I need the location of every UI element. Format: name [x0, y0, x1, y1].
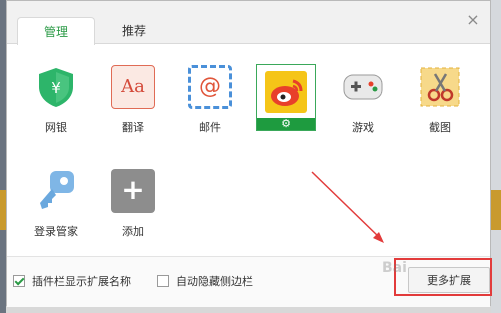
svg-text:¥: ¥ [51, 79, 61, 97]
checkbox-unchecked-icon[interactable] [157, 275, 169, 287]
add-icon: + [111, 169, 155, 213]
app-label: 游戏 [352, 121, 374, 134]
checkbox-label: 自动隐藏侧边栏 [176, 275, 253, 288]
tab-recommend[interactable]: 推荐 [95, 17, 173, 45]
app-tile-add[interactable]: + 添加 [102, 169, 164, 239]
show-names-checkbox[interactable]: 插件栏显示扩展名称 [13, 273, 131, 289]
weibo-icon [265, 71, 307, 113]
app-label: 登录管家 [34, 225, 78, 238]
more-extensions-button[interactable]: 更多扩展 [408, 267, 490, 293]
tab-manage[interactable]: 管理 [17, 17, 95, 45]
gear-icon[interactable]: ⚙ [281, 117, 291, 130]
app-label: 网银 [45, 121, 67, 134]
app-tile-bank[interactable]: ¥ 网银 [25, 65, 87, 135]
dialog-footer: 插件栏显示扩展名称 自动隐藏侧边栏 更多扩展 [7, 256, 490, 307]
close-icon[interactable]: × [466, 12, 480, 28]
app-label: 邮件 [199, 121, 221, 134]
gamepad-icon [341, 65, 385, 109]
bank-shield-icon: ¥ [34, 65, 78, 109]
checkbox-label: 插件栏显示扩展名称 [32, 275, 131, 288]
app-tile-screenshot[interactable]: 截图 [409, 65, 471, 135]
app-tile-login-manager[interactable]: 登录管家 [25, 169, 87, 239]
app-tile-translate[interactable]: Aa 翻译 [102, 65, 164, 135]
app-label: 翻译 [122, 121, 144, 134]
app-label: 添加 [122, 225, 144, 238]
auto-hide-checkbox[interactable]: 自动隐藏侧边栏 [157, 273, 253, 289]
app-tile-weibo[interactable]: ⚙ [256, 64, 316, 131]
background-right-strip [491, 0, 501, 313]
dialog-header: 管理 推荐 × [7, 1, 490, 45]
app-settings-bar[interactable]: ⚙ [257, 118, 315, 130]
app-tile-mail[interactable]: @ 邮件 [179, 65, 241, 135]
extension-manager-dialog: 管理 推荐 × ⚙ ¥ 网银 Aa 翻译 @ 邮件 游戏 截图 登录管家 + 添… [6, 0, 491, 307]
checkbox-checked-icon[interactable] [13, 275, 25, 287]
mail-icon: @ [188, 65, 232, 109]
key-icon [34, 169, 78, 213]
app-tile-game[interactable]: 游戏 [332, 65, 394, 135]
app-label: 截图 [429, 121, 451, 134]
screenshot-icon [418, 65, 462, 109]
translate-icon: Aa [111, 65, 155, 109]
